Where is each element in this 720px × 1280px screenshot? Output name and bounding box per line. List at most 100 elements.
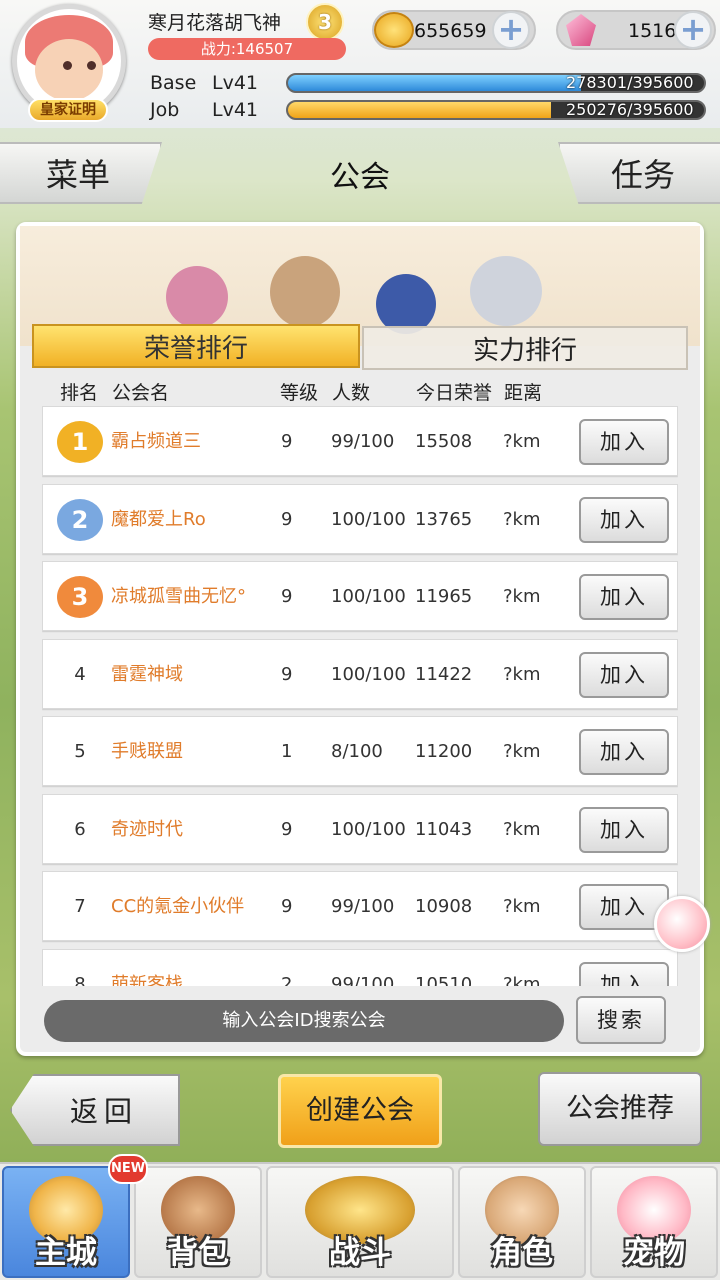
nav-label: 背包 bbox=[167, 1235, 229, 1271]
pet-poring-icon[interactable] bbox=[654, 896, 710, 952]
guild-honor: 10908 bbox=[415, 896, 473, 917]
rank-number: 8 bbox=[74, 973, 86, 987]
guild-members: 100/100 bbox=[331, 663, 406, 685]
create-guild-button[interactable]: 创建公会 bbox=[278, 1074, 442, 1148]
guild-row: 5 手贱联盟 1 8/100 11200 ?km 加入 bbox=[42, 716, 678, 786]
guild-row: 1 霸占频道三 9 99/100 15508 ?km 加入 bbox=[42, 406, 678, 476]
guild-row: 3 凉城孤雪曲无忆° 9 100/100 11965 ?km 加入 bbox=[42, 561, 678, 631]
new-badge: NEW bbox=[108, 1154, 148, 1184]
task-button[interactable]: 任务 bbox=[558, 142, 720, 204]
guild-distance: ?km bbox=[503, 896, 541, 917]
guild-members: 8/100 bbox=[331, 741, 383, 762]
combat-power: 战力:146507 bbox=[148, 38, 346, 60]
rank-number: 4 bbox=[74, 663, 86, 685]
guild-honor: 10510 bbox=[415, 973, 473, 987]
guild-level: 9 bbox=[281, 663, 293, 685]
rank-number: 6 bbox=[74, 818, 86, 840]
col-rank: 排名 bbox=[60, 382, 99, 404]
base-label: Base bbox=[150, 72, 197, 94]
guild-level: 9 bbox=[281, 586, 293, 607]
guild-honor: 11965 bbox=[415, 586, 473, 607]
col-today-honor: 今日荣誉 bbox=[416, 382, 493, 404]
tab-strength-ranking[interactable]: 实力排行 bbox=[362, 326, 688, 370]
royal-badge: 皇家证明 bbox=[28, 98, 108, 122]
guild-row: 4 雷霆神域 9 100/100 11422 ?km 加入 bbox=[42, 638, 678, 709]
guild-honor: 13765 bbox=[415, 508, 473, 530]
nav-battle[interactable]: 战斗 bbox=[266, 1166, 454, 1278]
guild-name: 奇迹时代 bbox=[111, 818, 183, 840]
guild-name: 雷霆神域 bbox=[111, 663, 183, 685]
guild-name: 霸占频道三 bbox=[111, 431, 201, 452]
rank-medal-icon: 2 bbox=[57, 498, 103, 541]
col-members: 人数 bbox=[332, 382, 371, 404]
gem-amount: 1516 bbox=[628, 20, 677, 42]
join-guild-button[interactable]: 加入 bbox=[579, 419, 669, 465]
guild-level: 9 bbox=[281, 818, 293, 840]
guild-members: 100/100 bbox=[331, 508, 406, 530]
join-guild-button[interactable]: 加入 bbox=[579, 961, 669, 986]
col-level: 等级 bbox=[280, 382, 319, 404]
guild-name: 手贱联盟 bbox=[111, 741, 183, 762]
guild-distance: ?km bbox=[503, 741, 541, 762]
page-title: 公会 bbox=[330, 160, 390, 195]
add-gems-button[interactable]: + bbox=[674, 11, 712, 49]
nav-label: 宠物 bbox=[623, 1235, 685, 1271]
guild-honor: 11043 bbox=[415, 818, 473, 840]
nav-label: 战斗 bbox=[329, 1235, 391, 1271]
guild-level: 9 bbox=[281, 896, 293, 917]
guild-row: 7 CC的氪金小伙伴 9 99/100 10908 ?km 加入 bbox=[42, 871, 678, 941]
guild-distance: ?km bbox=[503, 663, 541, 685]
guild-name: 凉城孤雪曲无忆° bbox=[111, 586, 246, 607]
join-guild-button[interactable]: 加入 bbox=[579, 729, 669, 775]
guild-search-input[interactable]: 输入公会ID搜索公会 bbox=[44, 1000, 564, 1042]
menu-button[interactable]: 菜单 bbox=[0, 142, 162, 204]
guild-members: 99/100 bbox=[331, 973, 395, 987]
base-level: Lv41 bbox=[212, 72, 259, 94]
guild-distance: ?km bbox=[503, 973, 541, 987]
guild-distance: ?km bbox=[503, 508, 541, 530]
join-guild-button[interactable]: 加入 bbox=[579, 496, 669, 543]
guild-name: 魔都爱上Ro bbox=[111, 508, 206, 530]
guild-members: 99/100 bbox=[331, 896, 395, 917]
join-guild-button[interactable]: 加入 bbox=[579, 651, 669, 698]
guild-row: 6 奇迹时代 9 100/100 11043 ?km 加入 bbox=[42, 793, 678, 864]
guild-level: 9 bbox=[281, 508, 293, 530]
guild-recommend-button[interactable]: 公会推荐 bbox=[538, 1072, 702, 1146]
rank-number: 5 bbox=[74, 741, 86, 762]
rank-medal-icon: 1 bbox=[57, 421, 103, 463]
col-guild-name: 公会名 bbox=[112, 382, 170, 404]
guild-honor: 15508 bbox=[415, 431, 473, 452]
guild-distance: ?km bbox=[503, 586, 541, 607]
guild-members: 100/100 bbox=[331, 818, 406, 840]
back-button[interactable]: 返回 bbox=[10, 1074, 180, 1146]
nav-character[interactable]: 角色 bbox=[458, 1166, 586, 1278]
guild-name: CC的氪金小伙伴 bbox=[111, 896, 245, 917]
guild-distance: ?km bbox=[503, 431, 541, 452]
tab-honor-ranking[interactable]: 荣誉排行 bbox=[32, 324, 360, 368]
guild-row: 2 魔都爱上Ro 9 100/100 13765 ?km 加入 bbox=[42, 483, 678, 554]
nav-backpack[interactable]: 背包 bbox=[134, 1166, 262, 1278]
add-coins-button[interactable]: + bbox=[492, 11, 530, 49]
guild-members: 99/100 bbox=[331, 431, 395, 452]
nav-main-city[interactable]: 主城 bbox=[2, 1166, 130, 1278]
guild-name: 萌新客栈 bbox=[111, 973, 183, 987]
guild-list[interactable]: 1 霸占频道三 9 99/100 15508 ?km 加入 2 魔都爱上Ro 9 100/100 13… bbox=[42, 406, 678, 986]
guild-row: 8 萌新客栈 2 99/100 10510 ?km 加入 bbox=[42, 948, 678, 987]
join-guild-button[interactable]: 加入 bbox=[579, 574, 669, 620]
base-exp-text: 278301/395600 bbox=[566, 73, 694, 92]
guild-level: 1 bbox=[281, 741, 293, 762]
guild-honor: 11422 bbox=[415, 663, 473, 685]
join-guild-button[interactable]: 加入 bbox=[579, 806, 669, 853]
nav-label: 主城 bbox=[35, 1235, 97, 1271]
job-level: Lv41 bbox=[212, 99, 259, 121]
guild-honor: 11200 bbox=[415, 741, 473, 762]
rank-number: 7 bbox=[74, 896, 86, 917]
coin-icon bbox=[374, 12, 414, 48]
guild-level: 2 bbox=[281, 973, 293, 987]
col-distance: 距离 bbox=[504, 382, 543, 404]
rank-medal-icon: 3 bbox=[57, 576, 103, 618]
job-exp-text: 250276/395600 bbox=[566, 100, 694, 119]
nav-pet[interactable]: 宠物 bbox=[590, 1166, 718, 1278]
job-label: Job bbox=[150, 99, 180, 121]
search-button[interactable]: 搜索 bbox=[576, 996, 666, 1044]
